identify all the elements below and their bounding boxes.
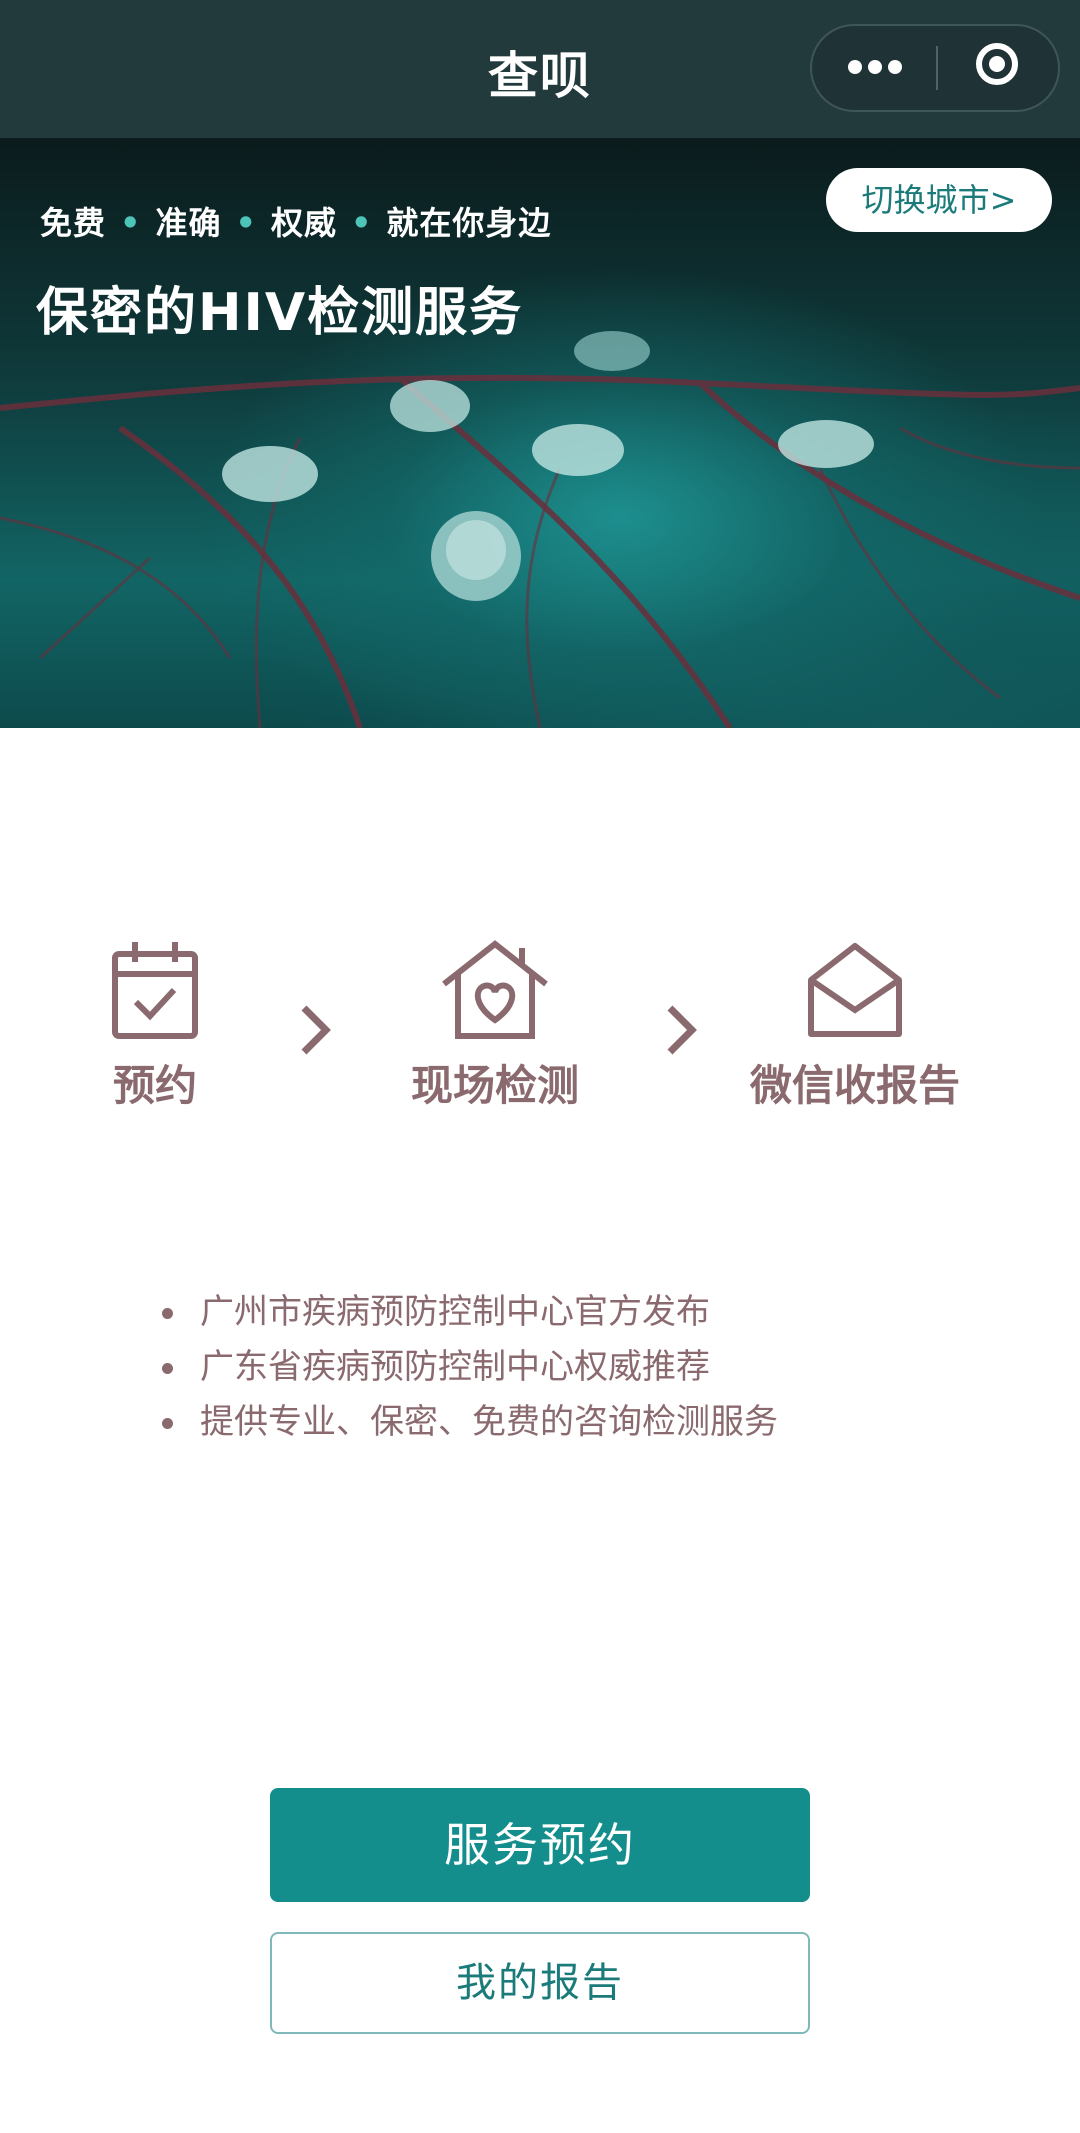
tagline-nearby: 就在你身边	[386, 204, 552, 242]
step-label: 预约	[112, 1061, 197, 1110]
service-booking-button[interactable]: 服务预约	[270, 1788, 810, 1902]
list-item-text: 提供专业、保密、免费的咨询检测服务	[200, 1402, 778, 1442]
title-bar: 查呗	[0, 0, 1080, 138]
close-button[interactable]	[938, 26, 1060, 110]
mini-program-capsule	[810, 24, 1060, 112]
bullet-dot	[162, 1363, 173, 1374]
my-report-button[interactable]: 我的报告	[270, 1932, 810, 2034]
tagline-authority: 权威	[270, 204, 337, 242]
bullet-dot	[162, 1418, 173, 1429]
list-item-text: 广州市疾病预防控制中心官方发布	[200, 1292, 710, 1332]
water-droplets	[222, 331, 874, 601]
list-item-text: 广东省疾病预防控制中心权威推荐	[200, 1347, 710, 1387]
tagline-free: 免费	[40, 204, 107, 242]
hero-banner: 免费 • 准确 • 权威 • 就在你身边 保密的HIV检测服务 切换城市>	[0, 138, 1080, 728]
more-button[interactable]	[812, 26, 936, 110]
step-label: 现场检测	[410, 1061, 579, 1110]
list-item: 提供专业、保密、免费的咨询检测服务	[160, 1395, 980, 1450]
service-steps: 预约 现场检测 微信收报告	[0, 940, 1080, 1140]
feature-list: 广州市疾病预防控制中心官方发布 广东省疾病预防控制中心权威推荐 提供专业、保密、…	[160, 1285, 980, 1450]
list-item: 广东省疾病预防控制中心权威推荐	[160, 1340, 980, 1395]
step-onsite-test: 现场检测	[395, 940, 595, 1113]
step-label: 微信收报告	[749, 1061, 960, 1110]
step-reserve: 预约	[90, 940, 220, 1113]
tagline-accurate: 准确	[155, 204, 222, 242]
envelope-open-icon	[808, 943, 902, 1037]
calendar-check-icon	[112, 942, 198, 1039]
house-heart-icon	[442, 940, 548, 1039]
switch-city-button[interactable]: 切换城市>	[826, 168, 1052, 232]
hero-tagline: 免费 • 准确 • 权威 • 就在你身边	[40, 204, 552, 242]
step-wechat-report: 微信收报告	[735, 940, 975, 1113]
list-item: 广州市疾病预防控制中心官方发布	[160, 1285, 980, 1340]
hero-headline: 保密的HIV检测服务	[36, 283, 524, 343]
bullet-dot	[162, 1308, 173, 1319]
chevron-right-icon	[667, 1005, 697, 1055]
chevron-right-icon	[301, 1005, 331, 1055]
